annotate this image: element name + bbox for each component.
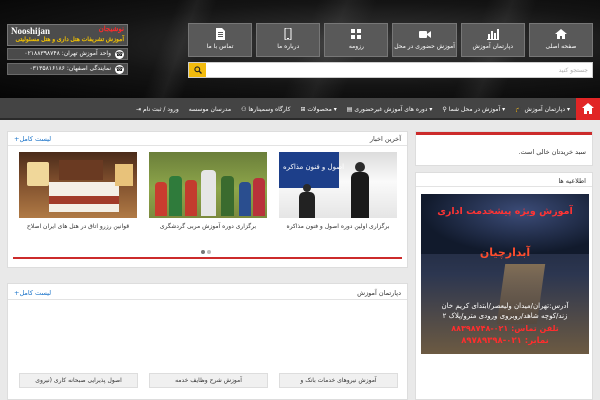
nav-box-contact[interactable]: تماس با ما (187, 23, 253, 57)
menu-item-department[interactable]: 🎓 دپارتمان آموزش ▾ (515, 106, 570, 113)
quick-nav: صفحه اصلی دپارتمان آموزش آموزش حضوری در … (187, 23, 593, 57)
home-icon (554, 28, 568, 40)
home-icon (582, 103, 594, 114)
ad-subheadline: آبدارچیان (479, 246, 531, 259)
nav-box-onsite[interactable]: آموزش حضوری در محل (392, 23, 457, 57)
news-image-negotiation[interactable]: اصول و فنون مذاکره (279, 152, 397, 218)
news-caption[interactable]: برگزاری دوره آموزش مربی گردشگری (149, 223, 267, 230)
panel-title: اطلاعیه ها (558, 177, 586, 185)
nav-box-label: دپارتمان آموزش (472, 43, 514, 50)
logo-tagline: آموزش تشریفات هتل داری و هتل مسئولیتی (15, 37, 124, 43)
person-figure (299, 192, 315, 218)
course-card[interactable]: اصول پذیرایی صبحانه کاری (نیروی (19, 373, 138, 388)
cart-icon: ⊞ (300, 105, 306, 113)
document-icon (213, 28, 227, 40)
panel-header: آخرین اخبار +لیست کامل (8, 132, 407, 146)
carousel-dot[interactable] (201, 250, 205, 254)
menu-home-button[interactable] (576, 98, 600, 120)
nav-box-about[interactable]: درباره ما (256, 23, 321, 57)
ad-phone: تلفن تماس: ۰۲۱-۸۸۳۹۸۷۴۸ (451, 324, 559, 333)
search-bar (188, 62, 593, 78)
full-list-link[interactable]: +لیست کامل (14, 289, 51, 297)
notice-ad-banner[interactable]: آموزش ویژه پیشخدمت اداری آبدارچیان آدرس:… (421, 194, 589, 354)
nav-box-label: تماس با ما (206, 43, 234, 50)
mobile-icon (281, 27, 295, 41)
menu-item-online-courses[interactable]: ▤ دوره های آموزش غیرحضوری ▾ (347, 106, 433, 113)
accent-bar (416, 132, 592, 135)
video-camera-icon (418, 28, 432, 40)
ad-address-line-2: زند/کوچه شاهد/روبروی ورودی مترو/پلاک ۲ (442, 312, 568, 320)
bar-chart-icon (486, 28, 500, 40)
menu-item-onsite-training[interactable]: ⚲ آموزش در محل شما ▾ (442, 106, 505, 113)
search-icon (193, 66, 202, 74)
nav-box-label: صفحه اصلی (545, 43, 577, 50)
phone-icon: ☎ (115, 65, 124, 74)
phone-icon: ☎ (115, 50, 124, 59)
carousel-dot[interactable] (207, 250, 211, 254)
cart-status-text: سبد خریدتان خالی است. (518, 148, 586, 156)
branch-tehran: واحد آموزش تهران: ۰۲۱۸۸۳۹۸۷۴۸ ☎ (7, 48, 128, 60)
cart-widget: سبد خریدتان خالی است. (415, 131, 593, 166)
branch-tehran-text: واحد آموزش تهران: ۰۲۱۸۸۳۹۸۷۴۸ (24, 50, 111, 57)
notices-widget: اطلاعیه ها آموزش ویژه پیشخدمت اداری آبدا… (415, 172, 593, 400)
logo-name: Nooshijan (11, 26, 51, 36)
nav-box-resume[interactable]: رزومه (324, 23, 389, 57)
grid-icon (349, 28, 363, 40)
ad-fax: نمابر: ۰۲۱-۸۹۷۸۹۳۹۸ (461, 336, 549, 346)
section-divider (13, 257, 402, 259)
course-card[interactable]: آموزش شرح وظایف خدمه (149, 373, 268, 388)
ad-headline: آموزش ویژه پیشخدمت اداری (437, 206, 573, 217)
main-menu-bar: 🎓 دپارتمان آموزش ▾ ⚲ آموزش در محل شما ▾ … (0, 98, 600, 120)
panel-title: آخرین اخبار (369, 135, 401, 143)
latest-news-panel: آخرین اخبار +لیست کامل اصول و فنون مذاکر… (7, 131, 408, 268)
search-input[interactable] (208, 64, 588, 76)
menu-items: 🎓 دپارتمان آموزش ▾ ⚲ آموزش در محل شما ▾ … (136, 98, 570, 120)
branch-isfahan: نمایندگی اصفهان: ۰۳۱۳۵۸۱۶۱۸۶ ☎ (7, 63, 128, 75)
menu-item-products[interactable]: ⊞ محصولات ▾ (300, 106, 336, 113)
news-image-hotel-room[interactable] (19, 152, 137, 218)
full-list-link[interactable]: +لیست کامل (14, 135, 51, 143)
headboard (59, 160, 103, 180)
menu-item-instructors[interactable]: مدرسان موسسه (189, 106, 231, 113)
bed-runner (49, 196, 119, 204)
nav-box-home[interactable]: صفحه اصلی (528, 23, 593, 57)
graduation-cap-icon: 🎓 (515, 105, 523, 113)
location-icon: ⚲ (442, 105, 447, 113)
panel-header: اطلاعیه ها (416, 173, 592, 187)
news-caption[interactable]: برگزاری اولین دوره اصول و فنون مذاکره (279, 223, 397, 230)
nav-box-department[interactable]: دپارتمان آموزش (460, 23, 525, 57)
search-button[interactable] (189, 63, 206, 77)
lamp-glow (27, 162, 49, 186)
nav-box-label: رزومه (348, 43, 364, 50)
branch-isfahan-text: نمایندگی اصفهان: ۰۳۱۳۵۸۱۶۱۸۶ (29, 65, 111, 72)
menu-item-workshops[interactable]: ⚇ کارگاه وسمینارها (241, 106, 290, 113)
panel-header: دپارتمان آموزش +لیست کامل (8, 286, 407, 300)
site-logo[interactable]: Nooshijan نوشیجان آموزش تشریفات هتل داری… (7, 24, 128, 46)
news-image-overlay-text: اصول و فنون مذاکره (283, 163, 345, 171)
panel-title: دپارتمان آموزش (357, 289, 401, 297)
course-card[interactable]: آموزش نیروهای خدمات بانک و (279, 373, 398, 388)
ad-address-line-1: آدرس:تهران/میدان ولیعصر/ابتدای کریم خان (441, 302, 569, 310)
site-header: Nooshijan نوشیجان آموزش تشریفات هتل داری… (0, 0, 600, 98)
book-icon: ▤ (346, 105, 353, 113)
menu-item-login[interactable]: ⇥ ورود / ثبت نام (136, 106, 179, 113)
logo-title: نوشیجان (98, 26, 124, 33)
department-panel: دپارتمان آموزش +لیست کامل آموزش نیروهای … (7, 283, 408, 400)
login-icon: ⇥ (136, 105, 142, 113)
users-icon: ⚇ (241, 105, 247, 113)
nav-box-label: درباره ما (277, 43, 300, 50)
person-figure (351, 172, 369, 218)
news-caption[interactable]: قوانین رزرو اتاق در هتل های ایران اصلاح (19, 223, 137, 230)
carousel-pagination (201, 250, 211, 254)
news-image-tour-guide[interactable] (149, 152, 267, 218)
nav-box-label: آموزش حضوری در محل (394, 43, 455, 50)
